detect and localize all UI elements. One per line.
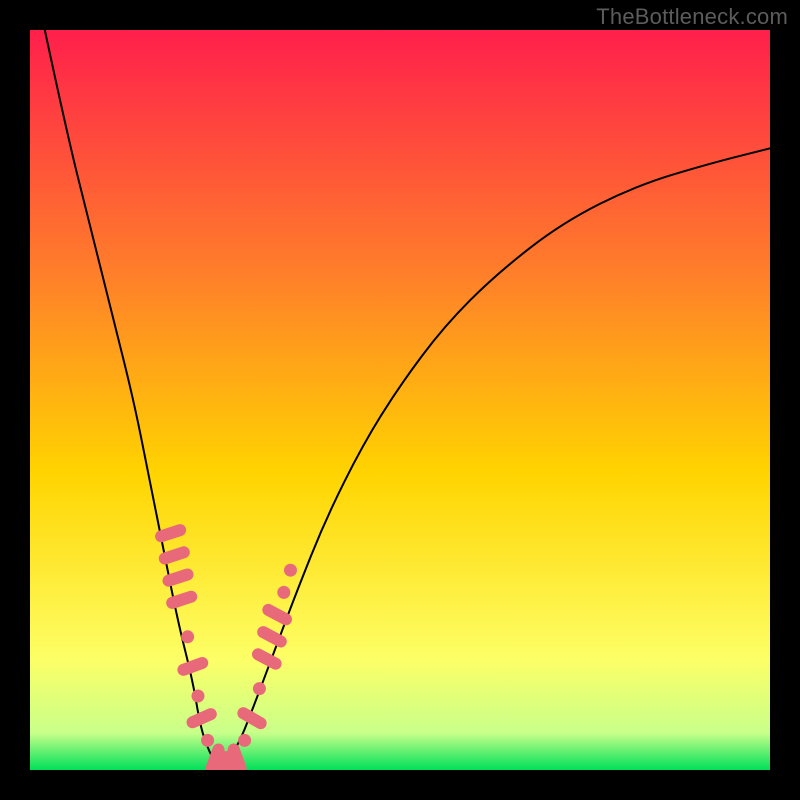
marker-dot (284, 564, 297, 577)
marker-dot (191, 690, 204, 703)
bottleneck-chart (30, 30, 770, 770)
marker-dot (201, 734, 214, 747)
marker-dot (253, 682, 266, 695)
chart-background (30, 30, 770, 770)
marker-dot (238, 734, 251, 747)
watermark-text: TheBottleneck.com (596, 4, 788, 30)
marker-dot (181, 630, 194, 643)
marker-dot (277, 586, 290, 599)
chart-container: TheBottleneck.com (0, 0, 800, 800)
